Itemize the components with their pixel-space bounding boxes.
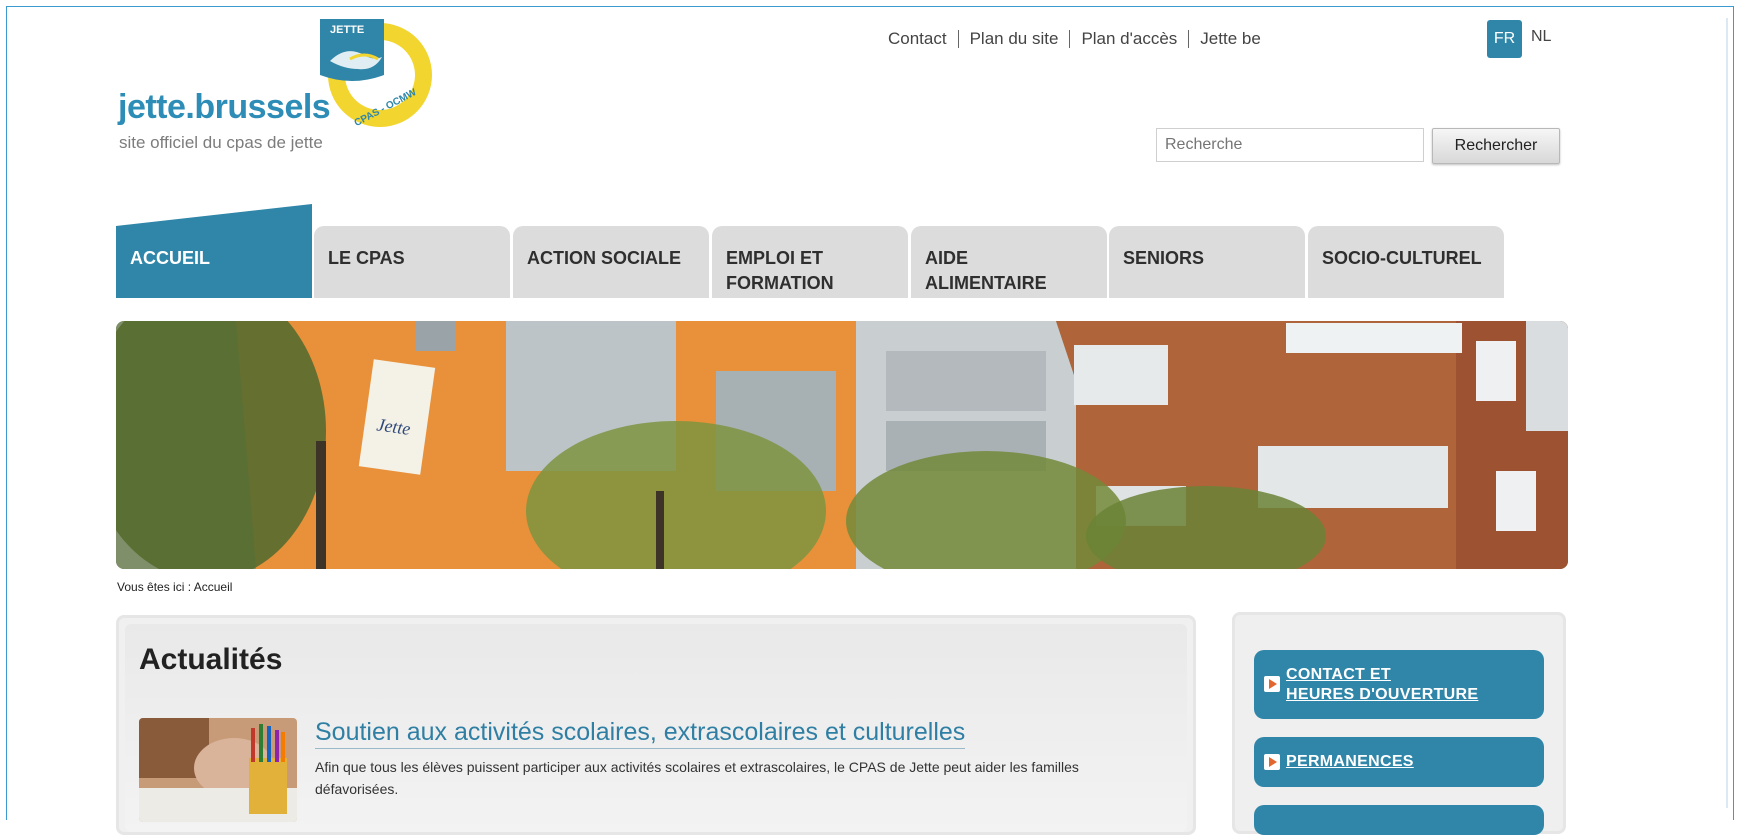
news-section-title: Actualités xyxy=(139,643,283,676)
contact-link[interactable]: Contact xyxy=(888,30,958,48)
jette-be-link[interactable]: Jette be xyxy=(1188,30,1272,48)
news-headline-link[interactable]: Soutien aux activités scolaires, extrasc… xyxy=(315,718,966,749)
hero-building-image: Jette xyxy=(116,321,1568,569)
tab-aide-alimentaire[interactable]: AIDE ALIMENTAIRE xyxy=(911,226,1107,298)
language-nl-link[interactable]: NL xyxy=(1531,28,1551,46)
contact-hours-label-line1: CONTACT ET xyxy=(1286,666,1391,683)
permanences-label: PERMANENCES xyxy=(1286,753,1414,770)
tab-seniors[interactable]: SENIORS xyxy=(1109,226,1305,298)
tab-emploi-formation-label: EMPLOI ET FORMATION xyxy=(726,248,834,293)
search-button[interactable]: Rechercher xyxy=(1432,128,1560,164)
emblem-top-text: JETTE xyxy=(330,24,364,36)
language-fr-button[interactable]: FR xyxy=(1487,20,1522,58)
tab-le-cpas[interactable]: LE CPAS xyxy=(314,226,510,298)
site-subtitle: site officiel du cpas de jette xyxy=(119,133,323,152)
cpas-emblem-logo[interactable]: JETTE CPAS - OCMW xyxy=(320,17,432,129)
scrollbar-edge xyxy=(1726,18,1728,808)
news-summary: Afin que tous les élèves puissent partic… xyxy=(315,759,1079,797)
top-links: Contact Plan du site Plan d'accès Jette … xyxy=(888,30,1272,48)
tab-action-sociale[interactable]: ACTION SOCIALE xyxy=(513,226,709,298)
arrow-right-icon xyxy=(1264,754,1280,770)
quick-links-panel xyxy=(1232,612,1566,834)
sitemap-link[interactable]: Plan du site xyxy=(957,30,1070,48)
main-navigation: ACCUEIL LE CPAS ACTION SOCIALE EMPLOI ET… xyxy=(116,204,1506,298)
contact-hours-label-line2: HEURES D'OUVERTURE xyxy=(1286,686,1479,703)
sidebar-button-partial[interactable] xyxy=(1254,805,1544,835)
search-input[interactable] xyxy=(1156,128,1424,162)
arrow-right-icon xyxy=(1264,676,1280,692)
breadcrumb: Vous êtes ici : Accueil xyxy=(117,580,233,594)
tab-socio-culturel[interactable]: SOCIO-CULTUREL xyxy=(1308,226,1504,298)
site-logo-text[interactable]: jette.brussels xyxy=(118,88,331,127)
permanences-button[interactable]: PERMANENCES xyxy=(1254,737,1544,787)
tab-accueil[interactable]: ACCUEIL xyxy=(116,204,312,298)
contact-hours-button[interactable]: CONTACT ET HEURES D'OUVERTURE xyxy=(1254,650,1544,719)
news-thumbnail-image[interactable] xyxy=(139,718,297,822)
access-map-link[interactable]: Plan d'accès xyxy=(1069,30,1188,48)
tab-emploi-formation[interactable]: EMPLOI ET FORMATION xyxy=(712,226,908,298)
